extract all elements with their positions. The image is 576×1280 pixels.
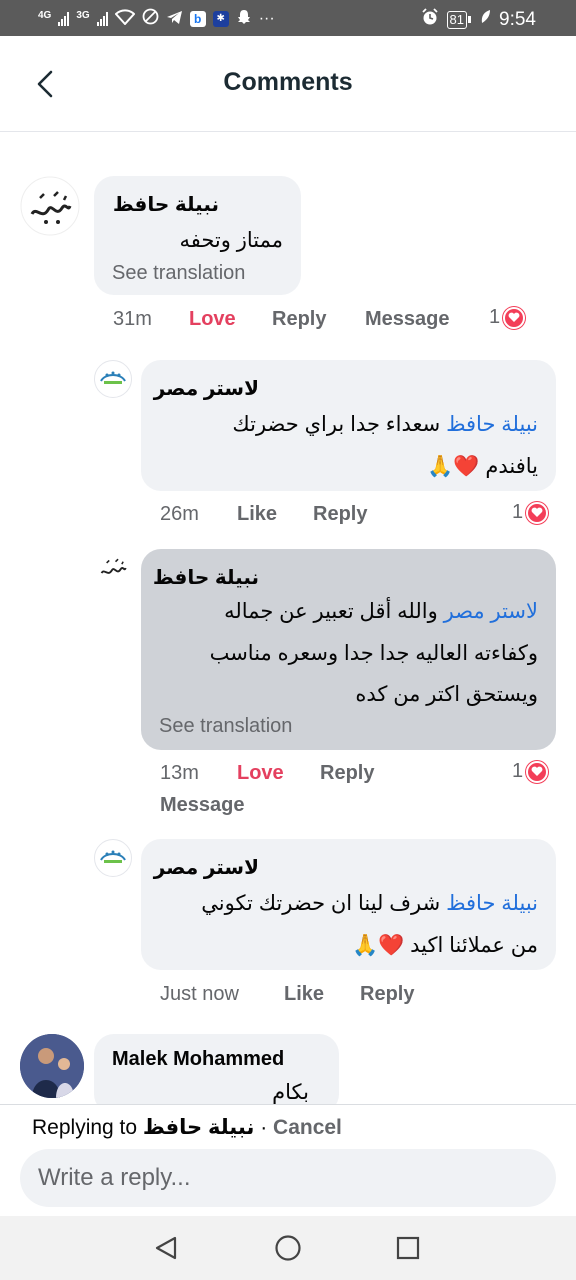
reaction-summary[interactable]: 1 xyxy=(512,501,549,524)
avatar[interactable] xyxy=(94,839,132,877)
battery-icon: 81 xyxy=(446,10,472,29)
comment-bubble-selected[interactable]: نبيلة حافظ لاستر مصر والله أقل تعبير عن … xyxy=(141,549,556,750)
alarm-icon xyxy=(421,8,439,31)
comment-time: 13m xyxy=(160,762,199,784)
reaction-count: 1 xyxy=(512,501,524,523)
reply-button[interactable]: Reply xyxy=(313,503,367,526)
comment-bubble[interactable]: نبيلة حافظ ممتاز وتحفه See translation xyxy=(94,176,301,295)
like-button[interactable]: Like xyxy=(284,983,324,1006)
nav-back-button[interactable] xyxy=(148,1230,184,1266)
reaction-count: 1 xyxy=(489,306,501,328)
avatar[interactable] xyxy=(20,176,80,236)
message-button[interactable]: Message xyxy=(365,308,450,331)
facebook-icon: b xyxy=(189,11,206,27)
replying-to-bar: Replying to نبيلة حافظ · Cancel xyxy=(32,1115,342,1140)
signal-icon-2 xyxy=(96,12,108,26)
comment-text-line: ويستحق اكتر من كده xyxy=(355,683,538,706)
avatar[interactable] xyxy=(94,549,132,587)
heart-icon xyxy=(526,760,549,783)
reaction-summary[interactable]: 1 xyxy=(489,306,526,329)
comment-text-line: نبيلة حافظ سعداء جدا براي حضرتك xyxy=(232,413,538,436)
comment-text: ممتاز وتحفه xyxy=(179,229,283,252)
separator: · xyxy=(260,1116,268,1139)
comment-author[interactable]: نبيلة حافظ xyxy=(153,565,259,590)
cancel-reply-button[interactable]: Cancel xyxy=(273,1116,342,1139)
see-translation-link[interactable]: See translation xyxy=(112,262,245,285)
comment-author[interactable]: لاستر مصر xyxy=(154,376,259,401)
telegram-icon xyxy=(166,9,183,30)
network-type-1: 4G xyxy=(38,9,52,21)
mention-link[interactable]: لاستر مصر xyxy=(444,600,538,623)
charging-icon xyxy=(479,9,491,30)
app-icon: ✱ xyxy=(212,11,229,27)
user-photo-icon xyxy=(20,1034,84,1098)
comment-time: 31m xyxy=(113,308,152,330)
comment-text: بكام xyxy=(272,1081,309,1104)
reply-button[interactable]: Reply xyxy=(272,308,326,331)
mention-link[interactable]: نبيلة حافظ xyxy=(446,413,538,436)
battery-level: 81 xyxy=(446,10,468,29)
comment-text-line: وكفاءته العاليه جدا جدا وسعره مناسب xyxy=(209,642,538,665)
comment-bubble[interactable]: لاستر مصر نبيلة حافظ سعداء جدا براي حضرت… xyxy=(141,360,556,491)
message-button[interactable]: Message xyxy=(160,794,245,817)
nav-recents-button[interactable] xyxy=(390,1230,426,1266)
wifi-icon xyxy=(114,8,136,30)
comment-text-line: يافندم ❤️🙏 xyxy=(427,455,538,478)
see-translation-link[interactable]: See translation xyxy=(159,715,292,738)
comment-time: 26m xyxy=(160,503,199,525)
comment-bubble[interactable]: Malek Mohammed بكام xyxy=(94,1034,339,1114)
heart-icon xyxy=(526,501,549,524)
reply-composer: Replying to نبيلة حافظ · Cancel xyxy=(0,1104,576,1216)
square-recents-icon xyxy=(396,1236,420,1260)
love-button[interactable]: Love xyxy=(189,308,236,331)
more-notifications-icon: ··· xyxy=(258,10,275,27)
snapchat-icon xyxy=(236,9,252,30)
nav-home-button[interactable] xyxy=(270,1230,306,1266)
comment-bubble[interactable]: لاستر مصر نبيلة حافظ شرف لينا ان حضرتك ت… xyxy=(141,839,556,970)
replying-name: نبيلة حافظ xyxy=(142,1116,255,1139)
reply-input-container[interactable] xyxy=(20,1149,556,1207)
calligraphy-logo-icon xyxy=(20,176,80,236)
avatar[interactable] xyxy=(20,1034,84,1098)
comment-text-line: من عملائنا اكيد ❤️🙏 xyxy=(351,934,538,957)
like-button[interactable]: Like xyxy=(237,503,277,526)
comment-time: Just now xyxy=(160,983,239,1005)
love-button[interactable]: Love xyxy=(237,762,284,785)
comment-text-line: نبيلة حافظ شرف لينا ان حضرتك تكوني xyxy=(201,892,538,915)
reaction-count: 1 xyxy=(512,760,524,782)
comment-text-line: لاستر مصر والله أقل تعبير عن جماله xyxy=(224,600,538,623)
circle-home-icon xyxy=(275,1235,301,1261)
reaction-summary[interactable]: 1 xyxy=(512,760,549,783)
calligraphy-logo-icon xyxy=(94,549,132,587)
page-title: Comments xyxy=(223,68,353,96)
signal-icon xyxy=(58,12,70,26)
comment-author[interactable]: نبيلة حافظ xyxy=(113,192,219,217)
triangle-back-icon xyxy=(155,1236,177,1260)
mention-link[interactable]: نبيلة حافظ xyxy=(446,892,538,915)
reply-button[interactable]: Reply xyxy=(320,762,374,785)
heart-icon xyxy=(503,306,526,329)
comment-author[interactable]: لاستر مصر xyxy=(154,855,259,880)
clock: 9:54 xyxy=(499,8,536,30)
status-bar: 4G 3G b ✱ ··· 81 9:54 xyxy=(0,0,576,36)
reply-button[interactable]: Reply xyxy=(360,983,414,1006)
header: Comments xyxy=(0,36,576,132)
brand-logo-icon xyxy=(96,362,130,396)
system-nav-bar xyxy=(0,1216,576,1280)
network-type-2: 3G xyxy=(76,9,90,21)
comment-author[interactable]: Malek Mohammed xyxy=(112,1048,284,1071)
reply-input[interactable] xyxy=(38,1149,538,1207)
blocked-icon xyxy=(142,8,159,30)
replying-prefix: Replying to xyxy=(32,1116,138,1139)
avatar[interactable] xyxy=(94,360,132,398)
brand-logo-icon xyxy=(96,841,130,875)
